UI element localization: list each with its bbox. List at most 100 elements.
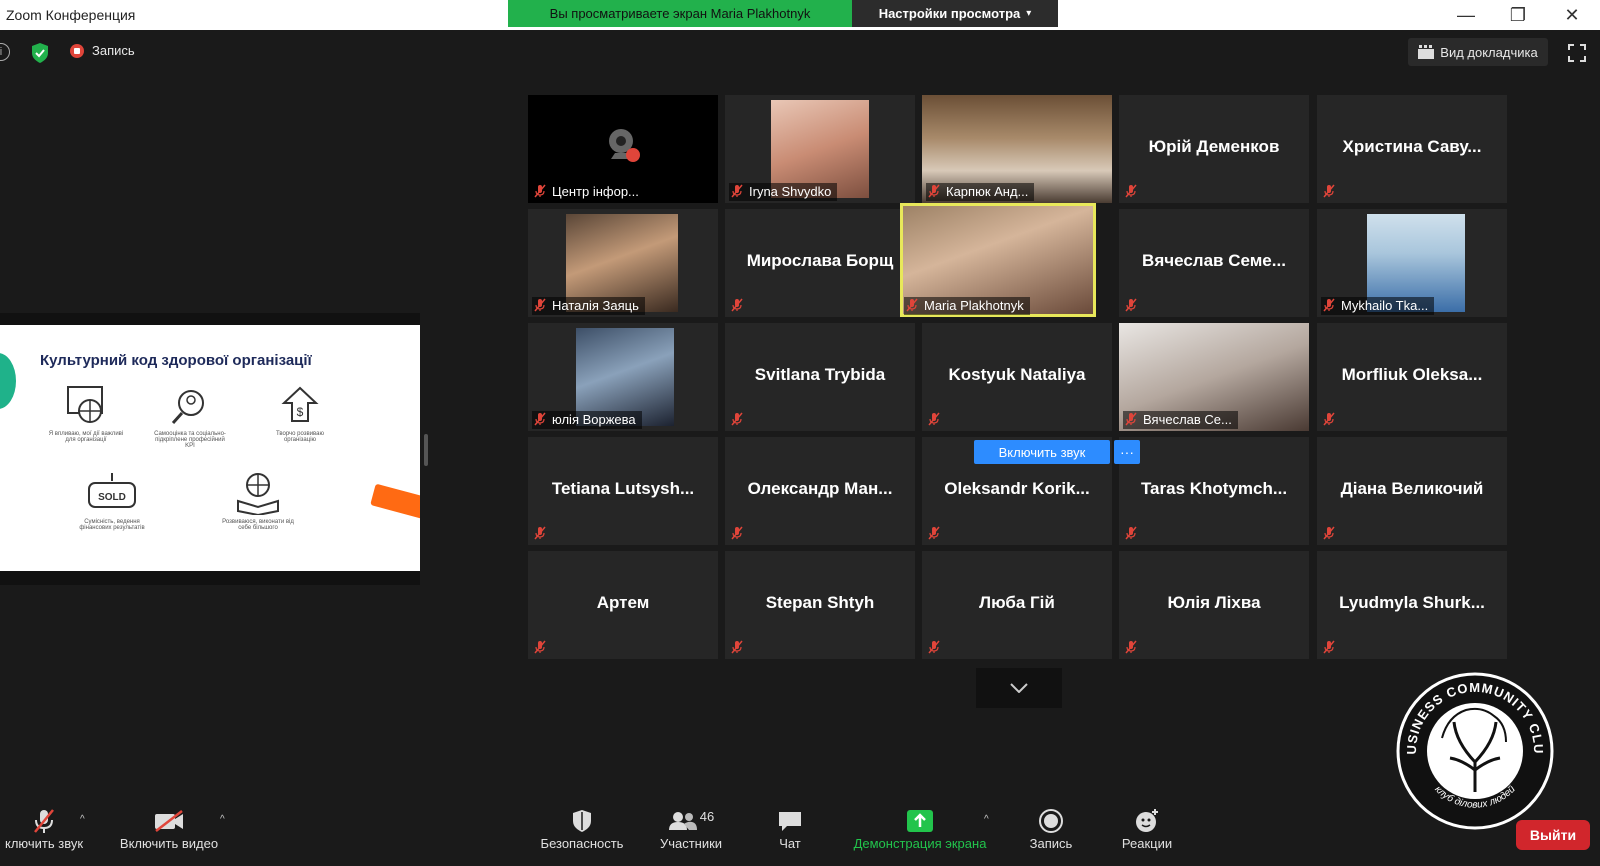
participant-name: Iryna Shvydko (729, 183, 838, 201)
resize-handle[interactable] (424, 434, 428, 466)
participant-tile[interactable]: Юрій Деменков (1119, 95, 1309, 203)
participant-tile[interactable]: Lyudmyla Shurk... (1317, 551, 1507, 659)
participant-tile[interactable]: Mykhailo Tka... (1317, 209, 1507, 317)
participant-tile[interactable]: Люба Гій (922, 551, 1112, 659)
close-button[interactable]: ✕ (1552, 2, 1592, 28)
participant-name: Наталія Заяць (532, 297, 645, 315)
participant-tile[interactable]: Артем (528, 551, 718, 659)
slide-item: Я впливаю, мої дії важливі для організац… (46, 385, 126, 443)
muted-mic-icon (534, 298, 546, 312)
restore-button[interactable]: ❐ (1498, 2, 1538, 28)
muted-mic-icon (1125, 298, 1137, 312)
muted-mic-icon (1323, 184, 1335, 198)
next-page-button[interactable] (976, 668, 1062, 708)
window-title: Zoom Конференция (6, 7, 136, 23)
participant-name: Вячеслав Се... (1123, 411, 1238, 429)
audio-options-caret[interactable]: ^ (80, 814, 85, 825)
unmute-button[interactable]: ключить звук (0, 806, 92, 851)
chevron-down-icon: ▾ (1026, 8, 1032, 19)
svg-text:$: $ (297, 405, 304, 419)
meeting-topbar: i Запись Вид докладчика (0, 34, 1600, 72)
globe-book-icon (237, 473, 279, 515)
participant-name: Oleksandr Korik... (944, 479, 1090, 498)
recording-indicator[interactable]: Запись (70, 43, 135, 58)
muted-mic-icon (1125, 184, 1137, 198)
participant-tile[interactable]: Юлія Ліхва (1119, 551, 1309, 659)
chat-label: Чат (779, 836, 801, 851)
more-options-button[interactable]: ··· (1114, 440, 1140, 464)
chevron-down-icon (1010, 683, 1028, 693)
participant-tile[interactable]: Tetiana Lutsysh... (528, 437, 718, 545)
participant-tile[interactable]: Олександр Ман... (725, 437, 915, 545)
participants-icon (668, 812, 697, 830)
muted-mic-icon (1323, 298, 1335, 312)
record-button[interactable]: Запись (1026, 806, 1076, 851)
participant-name: Morfliuk Oleksa... (1341, 365, 1483, 384)
share-screen-label: Демонстрация экрана (853, 836, 987, 851)
speaker-view-button[interactable]: Вид докладчика (1408, 38, 1548, 66)
slide-item: SOLD Сумісність, ведення фінансових резу… (72, 471, 152, 531)
slide-item: $ Творчо розвиваю організацію (260, 385, 340, 443)
grid-view-icon (1418, 45, 1435, 59)
participant-tile[interactable]: Taras Khotymch... (1119, 437, 1309, 545)
muted-mic-icon (928, 412, 940, 426)
participants-button[interactable]: 46 Участники (652, 806, 730, 852)
shared-screen[interactable]: Культурний код здорової організації Я вп… (0, 313, 420, 585)
zoom-window: Zoom Конференция Вы просматриваете экран… (0, 0, 1600, 866)
security-label: Безопасность (540, 836, 624, 851)
ask-to-unmute-button[interactable]: Включить звук (974, 440, 1110, 464)
muted-mic-icon (928, 184, 940, 198)
participant-tile[interactable]: Svitlana Trybida (725, 323, 915, 431)
minimize-button[interactable]: — (1446, 2, 1486, 28)
participant-tile[interactable]: Вячеслав Се... (1119, 323, 1309, 431)
title-bar: Zoom Конференция Вы просматриваете экран… (0, 0, 1600, 30)
video-off-icon (155, 810, 183, 832)
share-screen-button[interactable]: Демонстрация экрана (846, 806, 994, 851)
participant-name: Олександр Ман... (747, 479, 893, 498)
reactions-button[interactable]: Реакции (1118, 806, 1176, 851)
participant-tile[interactable]: Вячеслав Семе... (1119, 209, 1309, 317)
participant-tile[interactable]: Stepan Shtyh (725, 551, 915, 659)
view-options-button[interactable]: Настройки просмотра ▾ (852, 0, 1058, 27)
slide-decoration (370, 483, 420, 521)
participant-tile[interactable]: Христина Саву... (1317, 95, 1507, 203)
participant-tile[interactable]: юлія Воржева (528, 323, 718, 431)
fullscreen-icon[interactable] (1568, 44, 1586, 62)
participant-tile[interactable]: Iryna Shvydko (725, 95, 915, 203)
view-options-label: Настройки просмотра (878, 6, 1021, 21)
participant-tile[interactable]: Карпюк Анд... (922, 95, 1112, 203)
participant-tile[interactable]: Мирослава Борщ (725, 209, 915, 317)
leave-meeting-button[interactable]: Выйти (1516, 820, 1590, 850)
info-icon[interactable]: i (0, 43, 10, 61)
webcam-icon (609, 129, 640, 162)
muted-mic-icon (731, 184, 743, 198)
participant-name: Stepan Shtyh (765, 593, 875, 612)
participant-tile[interactable]: Наталія Заяць (528, 209, 718, 317)
svg-text:SOLD: SOLD (98, 492, 126, 503)
start-video-button[interactable]: Включить видео (112, 806, 226, 851)
share-screen-icon (907, 810, 933, 832)
participant-name: Svitlana Trybida (754, 365, 886, 384)
share-options-caret[interactable]: ^ (984, 814, 989, 825)
slide-item: Самооцінка та соціально-підкріплене проф… (150, 383, 230, 449)
participant-tile[interactable]: Діана Великочий (1317, 437, 1507, 545)
participant-tile[interactable]: Maria Plakhotnyk (900, 203, 1096, 317)
participant-tile[interactable]: Центр інфор... (528, 95, 718, 203)
participant-name: Центр інфор... (532, 183, 645, 201)
video-options-caret[interactable]: ^ (220, 814, 225, 825)
chat-button[interactable]: Чат (768, 806, 812, 851)
reactions-label: Реакции (1121, 836, 1173, 851)
security-button[interactable]: Безопасность (536, 806, 628, 851)
participant-name: Мирослава Борщ (746, 251, 894, 270)
muted-mic-icon (906, 298, 918, 312)
participant-tile[interactable]: Kostyuk Nataliya (922, 323, 1112, 431)
record-icon (70, 43, 84, 58)
participants-label: Участники (659, 836, 723, 851)
participant-name: Юрій Деменков (1148, 137, 1280, 156)
participant-name: Mykhailo Tka... (1321, 297, 1435, 315)
record-icon (1039, 809, 1063, 833)
screen-share-banner: Вы просматриваете экран Maria Plakhotnyk (508, 0, 852, 27)
participant-tile[interactable]: Morfliuk Oleksa... (1317, 323, 1507, 431)
security-shield-icon[interactable] (30, 42, 50, 64)
muted-mic-icon (1323, 526, 1335, 540)
